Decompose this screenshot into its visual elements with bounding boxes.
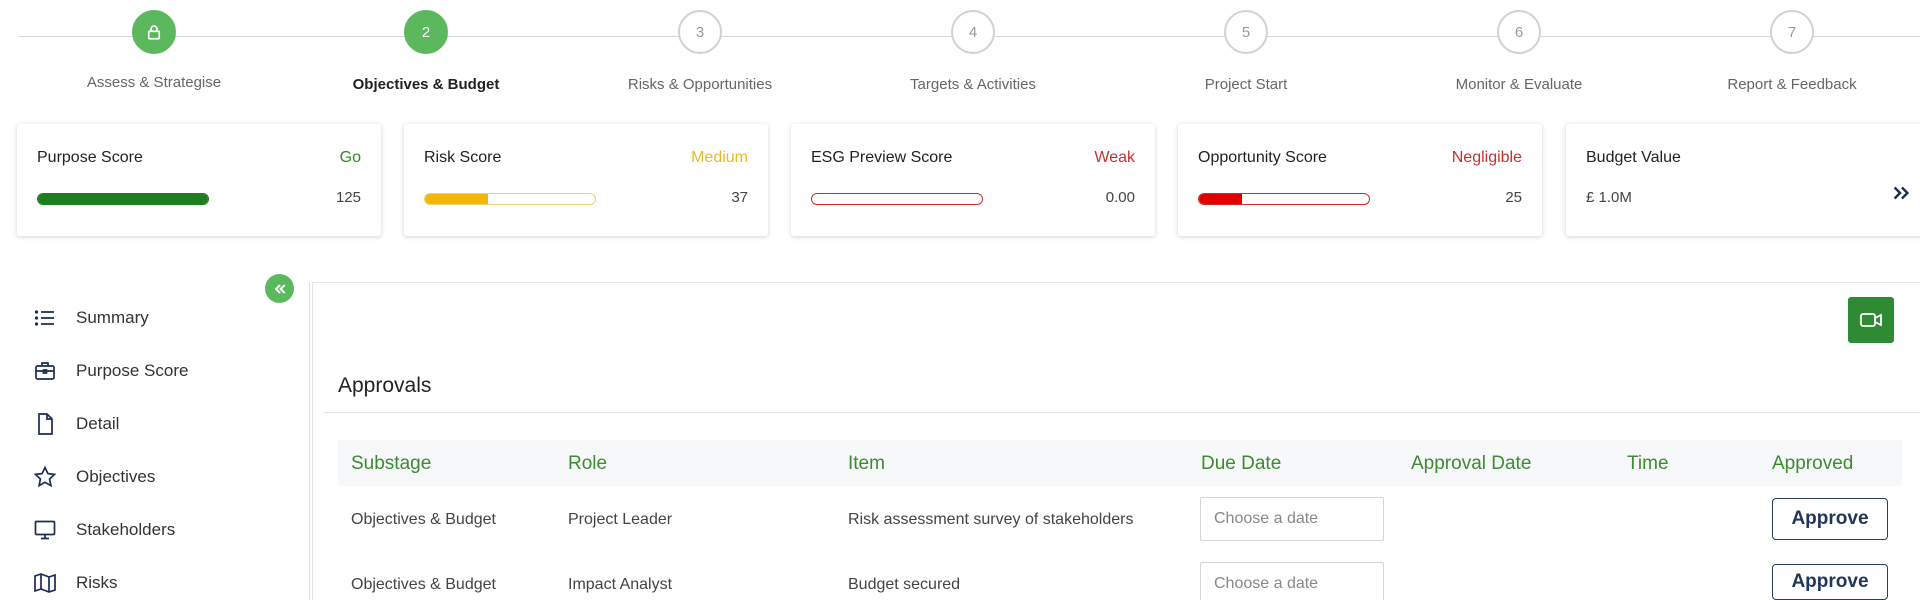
esg-preview-score-card: ESG Preview Score Weak 0.00 [791,124,1155,236]
step-6-circle[interactable]: 6 [1497,10,1541,54]
table-row: Objectives & Budget Impact Analyst Budge… [338,550,1902,600]
budget-value: £ 1.0M [1586,189,1632,206]
lock-icon [147,25,161,40]
card-status: Medium [691,149,748,166]
score-progress-bar [424,193,596,205]
card-title: Budget Value [1586,149,1681,166]
step-3-circle[interactable]: 3 [678,10,722,54]
sidebar-item-detail[interactable]: Detail [32,409,119,439]
sidebar-item-label: Stakeholders [76,520,176,539]
card-title: Risk Score [424,149,502,166]
step-1-circle[interactable] [132,10,176,54]
step-label: Objectives & Budget [352,76,500,93]
column-header-substage[interactable]: Substage [351,453,431,475]
cell-role: Project Leader [568,511,673,528]
score-progress-fill [1199,194,1242,204]
score-progress-bar [1198,193,1370,205]
card-value: 125 [335,189,361,206]
approvals-section-title: Approvals [338,374,432,397]
card-value: 25 [1505,189,1522,206]
card-status: Weak [1094,149,1135,166]
cell-item: Budget secured [848,576,961,593]
step-7-circle[interactable]: 7 [1770,10,1814,54]
step-objectives-budget[interactable]: 2 Objectives & Budget [296,10,556,93]
column-header-time[interactable]: Time [1627,453,1669,475]
video-camera-icon [1860,313,1882,327]
cell-substage: Objectives & Budget [351,511,496,528]
approve-button[interactable]: Approve [1772,564,1888,600]
approve-button[interactable]: Approve [1772,498,1888,540]
column-header-item[interactable]: Item [848,453,885,475]
double-chevron-right-icon[interactable] [1890,182,1912,210]
sidebar-item-label: Purpose Score [76,361,189,380]
column-header-role[interactable]: Role [568,453,607,475]
step-4-circle[interactable]: 4 [951,10,995,54]
card-value: 0.00 [1105,189,1135,206]
card-title: Purpose Score [37,149,143,166]
double-chevron-left-icon [274,283,285,294]
column-header-due-date[interactable]: Due Date [1201,453,1281,475]
due-date-input[interactable] [1200,562,1384,600]
sidebar: Summary Purpose Score Detail Objectives … [18,282,310,600]
purpose-score-card: Purpose Score Go 125 [17,124,381,236]
sidebar-item-objectives[interactable]: Objectives [32,462,155,492]
card-status: Go [339,149,361,166]
sidebar-item-label: Risks [76,573,118,592]
table-row: Objectives & Budget Project Leader Risk … [338,486,1902,550]
step-label: Report & Feedback [1727,76,1857,93]
sidebar-collapse-button[interactable] [265,274,294,303]
monitor-icon [32,517,58,543]
sidebar-item-label: Objectives [76,467,156,486]
card-title: ESG Preview Score [811,149,953,166]
step-label: Assess & Strategise [86,74,222,91]
step-report-feedback[interactable]: 7 Report & Feedback [1662,10,1920,93]
step-label: Targets & Activities [910,76,1036,93]
step-5-circle[interactable]: 5 [1224,10,1268,54]
section-divider [324,412,1920,413]
card-value: 37 [731,189,748,206]
column-header-approval-date[interactable]: Approval Date [1411,453,1531,475]
due-date-input[interactable] [1200,497,1384,541]
score-progress-fill [38,194,208,204]
video-call-button[interactable] [1848,297,1894,343]
score-progress-bar [811,193,983,205]
step-label: Monitor & Evaluate [1455,76,1583,93]
sidebar-item-label: Detail [76,414,120,433]
step-assess-strategise[interactable]: Assess & Strategise [24,10,284,91]
score-progress-bar [37,193,209,205]
card-title: Opportunity Score [1198,149,1327,166]
sidebar-item-summary[interactable]: Summary [32,303,149,333]
step-2-circle[interactable]: 2 [404,10,448,54]
sidebar-item-stakeholders[interactable]: Stakeholders [32,515,175,545]
list-icon [32,305,58,331]
step-targets-activities[interactable]: 4 Targets & Activities [843,10,1103,93]
map-icon [32,570,58,596]
progress-stepper: Assess & Strategise 2 Objectives & Budge… [0,0,1920,112]
sidebar-item-label: Summary [76,308,149,327]
briefcase-icon [32,358,58,384]
step-monitor-evaluate[interactable]: 6 Monitor & Evaluate [1389,10,1649,93]
step-risks-opportunities[interactable]: 3 Risks & Opportunities [570,10,830,93]
step-label: Risks & Opportunities [627,76,773,93]
budget-value-card: Budget Value £ 1.0M [1566,124,1920,236]
cell-substage: Objectives & Budget [351,576,496,593]
approvals-table-header: Substage Role Item Due Date Approval Dat… [338,440,1902,486]
opportunity-score-card: Opportunity Score Negligible 25 [1178,124,1542,236]
star-icon [32,464,58,490]
risk-score-card: Risk Score Medium 37 [404,124,768,236]
sidebar-item-risks[interactable]: Risks [32,568,118,598]
column-header-approved[interactable]: Approved [1772,453,1853,475]
step-project-start[interactable]: 5 Project Start [1116,10,1376,93]
sidebar-item-purpose-score[interactable]: Purpose Score [32,356,188,386]
step-label: Project Start [1204,76,1288,93]
card-status: Negligible [1451,149,1522,166]
cell-item: Risk assessment survey of stakeholders [848,511,1134,528]
document-icon [32,411,58,437]
score-progress-fill [425,194,488,204]
cell-role: Impact Analyst [568,576,673,593]
